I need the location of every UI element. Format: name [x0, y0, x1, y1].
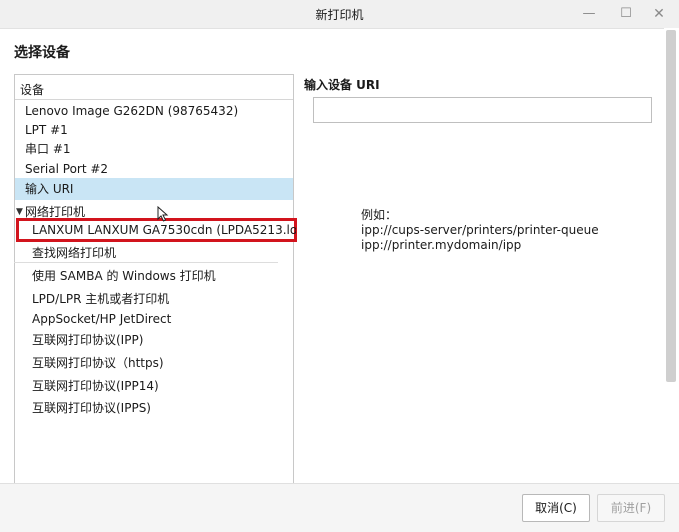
list-item-label: LANXUM LANXUM GA7530cdn (LPDA5213.loc [32, 223, 296, 237]
page-title: 选择设备 [14, 45, 70, 61]
list-item-label: 查找网络打印机 [32, 246, 117, 260]
close-icon[interactable]: ✕ [648, 3, 670, 25]
device-list-header: 设备 [15, 75, 293, 100]
mouse-cursor-icon [157, 206, 169, 222]
uri-input[interactable] [313, 97, 652, 123]
list-item-label: AppSocket/HP JetDirect [32, 312, 172, 326]
example-uri: ipp://cups-server/printers/printer-queue [361, 223, 599, 237]
list-item-ipp14[interactable]: 互联网打印协议(IPP14) [15, 376, 293, 396]
list-item-lpt1[interactable]: LPT #1 [15, 120, 293, 140]
list-item-serial2[interactable]: Serial Port #2 [15, 159, 293, 179]
list-item-lenovo-printer[interactable]: Lenovo Image G262DN (98765432) [15, 101, 293, 121]
list-item-ipps[interactable]: 互联网打印协议(IPPS) [15, 398, 293, 418]
list-item-label: Lenovo Image G262DN (98765432) [25, 104, 239, 118]
list-item-label: Serial Port #2 [25, 162, 109, 176]
list-item-serial1[interactable]: 串口 #1 [15, 139, 293, 159]
list-item-lpd-lpr[interactable]: LPD/LPR 主机或者打印机 [15, 289, 293, 309]
minimize-icon[interactable]: — [578, 3, 600, 25]
list-item-label: 互联网打印协议(IPP) [32, 333, 144, 347]
list-item-appsocket[interactable]: AppSocket/HP JetDirect [15, 309, 293, 329]
list-item-label: 互联网打印协议(IPP14) [32, 379, 159, 393]
device-list-header-label: 设备 [20, 83, 45, 97]
example-label: 例如： [361, 208, 398, 222]
list-item-label: LPT #1 [25, 123, 68, 137]
list-item-label: LPD/LPR 主机或者打印机 [32, 292, 170, 306]
list-item-label: 输入 URI [25, 182, 74, 196]
list-item-enter-uri[interactable]: 输入 URI [15, 178, 293, 200]
uri-section-heading: 输入设备 URI [304, 78, 380, 92]
list-item-label: 互联网打印协议(IPPS) [32, 401, 151, 415]
scrollbar-thumb[interactable] [666, 30, 676, 382]
list-item-find-network-printer[interactable]: 查找网络打印机 [15, 243, 293, 263]
next-button[interactable]: 前进(F) [597, 494, 665, 522]
list-item-ipp[interactable]: 互联网打印协议(IPP) [15, 330, 293, 350]
list-item-samba[interactable]: 使用 SAMBA 的 Windows 打印机 [15, 266, 293, 286]
list-item-label: 互联网打印协议（https) [32, 356, 164, 370]
title-bar: 新打印机 — ☐ ✕ [0, 0, 679, 29]
list-item-https[interactable]: 互联网打印协议（https) [15, 353, 293, 373]
list-divider [14, 262, 278, 263]
device-list[interactable]: 设备 Lenovo Image G262DN (98765432) LPT #1… [14, 74, 294, 485]
example-uri: ipp://printer.mydomain/ipp [361, 238, 522, 252]
uri-example: 例如： ipp://cups-server/printers/printer-q… [361, 208, 599, 253]
list-item-label: 使用 SAMBA 的 Windows 打印机 [32, 269, 216, 283]
list-item-label: 串口 #1 [25, 142, 71, 156]
maximize-icon[interactable]: ☐ [615, 3, 637, 25]
cancel-button[interactable]: 取消(C) [522, 494, 590, 522]
